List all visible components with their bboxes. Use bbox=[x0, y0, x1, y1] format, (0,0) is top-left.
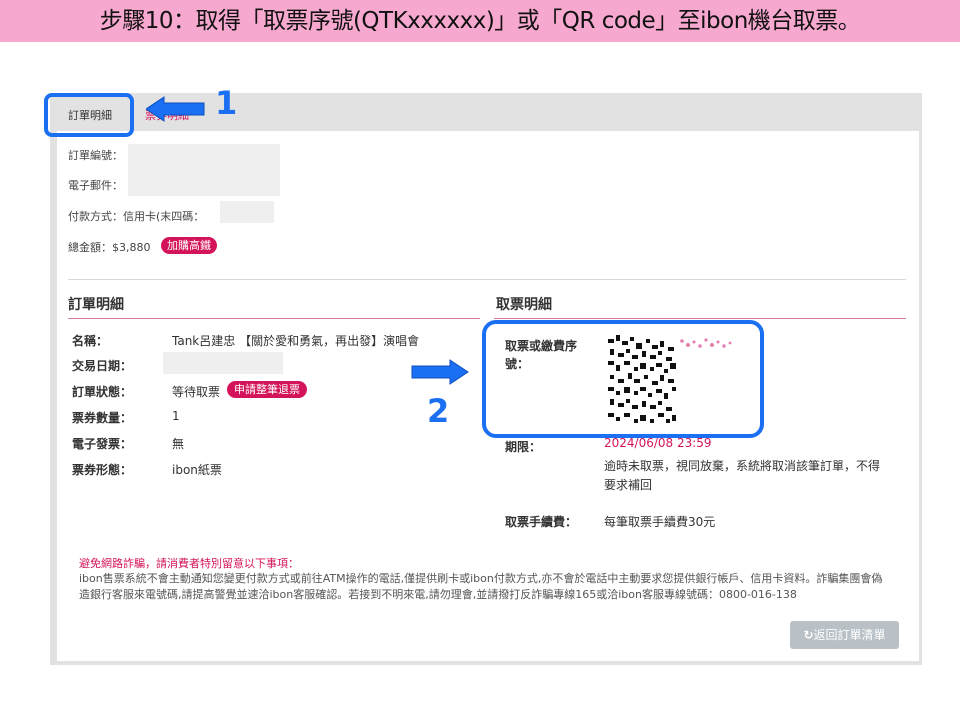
email-masked bbox=[128, 168, 280, 196]
callout-box-2 bbox=[482, 320, 764, 438]
total-amount: 總金額：$3,880 bbox=[68, 241, 151, 254]
order-detail-underline bbox=[68, 318, 480, 319]
fraud-warning-line2: 造銀行客服來電號碼,請提高警覺並速洽ibon客服確認。若接到不明來電,請勿理會,… bbox=[79, 588, 797, 601]
pickup-detail-title: 取票明細 bbox=[496, 297, 552, 313]
callout-box-1 bbox=[44, 93, 134, 137]
row-value-invoice: 無 bbox=[172, 437, 185, 451]
card-digits-masked bbox=[220, 201, 274, 223]
row-value-status: 等待取票 bbox=[172, 385, 221, 399]
instruction-text: 步驟10：取得「取票序號(QTKxxxxxx)」或「QR code」至ibon機… bbox=[99, 8, 861, 34]
callout-number-1: 1 bbox=[215, 84, 238, 122]
addon-badge: 加購高鐵 bbox=[161, 237, 217, 254]
fraud-warning-title: 避免網路詐騙，請消費者特別留意以下事項： bbox=[79, 557, 299, 570]
row-label-name: 名稱： bbox=[72, 334, 109, 348]
order-detail-title: 訂單明細 bbox=[68, 297, 124, 313]
callout-number-2: 2 bbox=[427, 392, 450, 430]
arrow-right-icon bbox=[411, 359, 469, 385]
deadline-note-line1: 逾時未取票，視同放棄，系統將取消該筆訂單，不得 bbox=[604, 459, 881, 473]
back-to-orders-label: 返回訂單清單 bbox=[813, 628, 886, 642]
transaction-date-masked bbox=[163, 352, 283, 374]
row-value-ticket-type: ibon紙票 bbox=[172, 463, 222, 477]
back-to-orders-button[interactable]: ↻返回訂單清單 bbox=[790, 621, 899, 649]
fee-label: 取票手續費： bbox=[505, 515, 578, 529]
fraud-warning-body: ibon售票系統不會主動通知您變更付款方式或前往ATM操作的電話,僅提供刷卡或i… bbox=[79, 571, 899, 603]
row-label-quantity: 票券數量： bbox=[72, 411, 133, 425]
row-label-status: 訂單狀態： bbox=[72, 385, 133, 399]
deadline-label: 期限： bbox=[505, 440, 542, 454]
deadline-note-line2: 要求補回 bbox=[604, 478, 653, 492]
section-divider bbox=[68, 279, 906, 280]
deadline-value: 2024/06/08 23:59 bbox=[604, 436, 712, 450]
order-number-masked bbox=[128, 144, 280, 168]
row-label-ticket-type: 票券形態： bbox=[72, 463, 133, 477]
row-value-name: Tank呂建忠 【關於愛和勇氣，再出發】演唱會 bbox=[172, 334, 420, 348]
order-number-label: 訂單編號： bbox=[68, 149, 123, 162]
payment-label: 付款方式：信用卡(末四碼： bbox=[68, 210, 205, 223]
fee-value: 每筆取票手續費30元 bbox=[604, 515, 716, 529]
refund-button[interactable]: 申請整筆退票 bbox=[227, 381, 307, 398]
refresh-icon: ↻ bbox=[803, 628, 814, 642]
fraud-warning-line1: ibon售票系統不會主動通知您變更付款方式或前往ATM操作的電話,僅提供刷卡或i… bbox=[79, 572, 883, 585]
pickup-detail-underline bbox=[494, 318, 906, 319]
row-label-date: 交易日期： bbox=[72, 359, 133, 373]
email-label: 電子郵件： bbox=[68, 179, 123, 192]
row-value-quantity: 1 bbox=[172, 409, 180, 423]
row-label-invoice: 電子發票： bbox=[72, 437, 133, 451]
arrow-left-icon bbox=[146, 96, 205, 122]
